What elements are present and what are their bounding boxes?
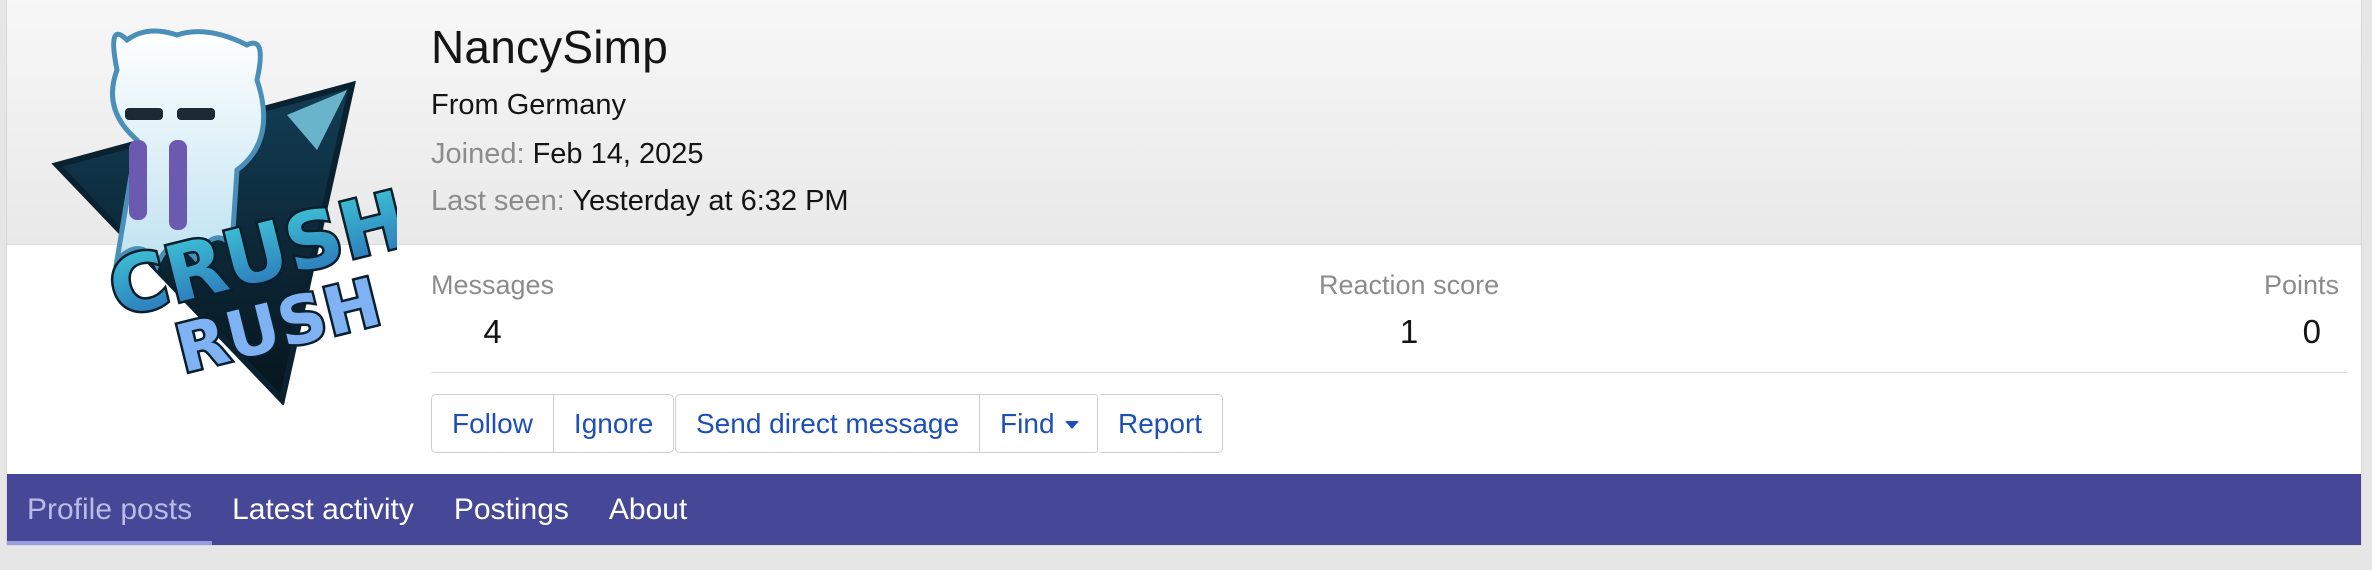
avatar[interactable]: CRUSH RUSH	[47, 20, 397, 405]
points-label: Points	[2263, 270, 2339, 300]
reaction-value[interactable]: 1	[1319, 313, 1499, 351]
follow-button[interactable]: Follow	[432, 395, 553, 452]
last-seen-row: Last seen: Yesterday at 6:32 PM	[431, 185, 849, 218]
last-seen-value: Yesterday at 6:32 PM	[572, 185, 849, 217]
profile-tabs: Profile posts Latest activity Postings A…	[7, 474, 2361, 545]
divider	[431, 372, 2347, 373]
tab-profile-posts[interactable]: Profile posts	[7, 474, 213, 545]
reaction-label: Reaction score	[1319, 270, 1500, 300]
stat-messages[interactable]: Messages 4	[431, 270, 554, 351]
follow-ignore-group: Follow Ignore	[431, 394, 675, 453]
report-button[interactable]: Report	[1098, 395, 1223, 452]
stat-reaction-score[interactable]: Reaction score 1	[1319, 270, 1499, 351]
send-direct-message-button[interactable]: Send direct message	[676, 395, 980, 452]
find-label: Find	[1000, 407, 1055, 439]
profile-card: CRUSH RUSH NancySimp From Germany Joined…	[6, 0, 2362, 546]
tab-latest-activity[interactable]: Latest activity	[212, 474, 434, 545]
find-dropdown-button[interactable]: Find	[979, 395, 1099, 452]
last-seen-label: Last seen:	[431, 185, 565, 217]
ignore-button[interactable]: Ignore	[552, 395, 674, 452]
joined-value: Feb 14, 2025	[532, 138, 704, 170]
joined-row: Joined: Feb 14, 2025	[431, 138, 704, 171]
caret-down-icon	[1064, 420, 1079, 429]
points-value[interactable]: 0	[2264, 313, 2339, 351]
report-group: Report	[1097, 394, 1224, 453]
message-find-group: Send direct message Find	[675, 394, 1100, 453]
messages-label: Messages	[431, 270, 555, 300]
tab-postings[interactable]: Postings	[434, 474, 589, 545]
messages-value[interactable]: 4	[431, 313, 554, 351]
stat-points[interactable]: Points 0	[2264, 270, 2339, 351]
tab-about[interactable]: About	[589, 474, 707, 545]
joined-label: Joined:	[431, 138, 525, 170]
location: From Germany	[431, 89, 626, 121]
username[interactable]: NancySimp	[431, 20, 668, 74]
